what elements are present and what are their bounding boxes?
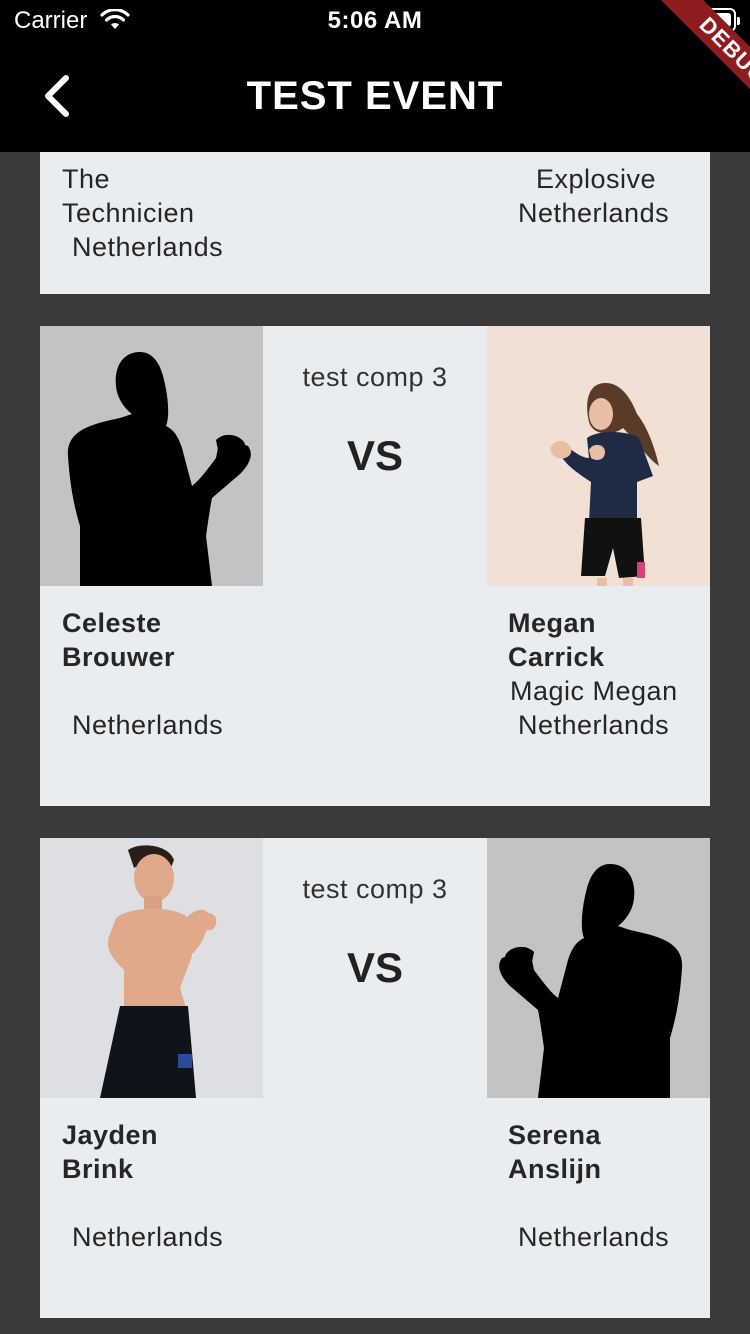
fighter-nickname: Technicien <box>62 198 195 228</box>
fighter-photo <box>487 326 710 586</box>
vs-label: VS <box>346 944 404 991</box>
fight-card[interactable]: test comp 3 VS Celeste Brouwer Netherlan… <box>40 326 710 806</box>
vs-label: VS <box>346 432 404 479</box>
fighter-country: Netherlands <box>518 710 670 740</box>
fighter-nickname: Explosive <box>536 164 657 194</box>
fighter-name: Celeste <box>62 608 162 638</box>
fighter-photo-placeholder <box>487 838 710 1098</box>
fighter-nickname <box>508 1186 669 1220</box>
fighter-name: Brink <box>62 1154 134 1184</box>
fighter-silhouette-icon <box>499 864 683 1098</box>
fighter-photo <box>40 838 263 1098</box>
fighter-left: Celeste Brouwer Netherlands <box>62 606 223 742</box>
fighter-country: Netherlands <box>72 232 224 262</box>
fighter-country: Netherlands <box>518 1222 670 1252</box>
status-bar: Carrier 5:06 AM <box>0 0 750 40</box>
fighter-silhouette-icon <box>67 352 251 586</box>
fighter-nickname <box>62 1186 223 1220</box>
fighter-right: Serena Anslijn Netherlands <box>508 1118 669 1254</box>
fighter-nickname: The <box>62 164 111 194</box>
fighter-nickname: Magic Megan <box>510 676 678 706</box>
fighter-name: Brouwer <box>62 642 176 672</box>
battery-icon <box>690 8 740 32</box>
competition-label: test comp 3 <box>302 362 448 392</box>
fighter-photo-placeholder <box>40 326 263 586</box>
fighter-country: Netherlands <box>72 710 224 740</box>
fighter-name: Serena <box>508 1120 602 1150</box>
fighter-nickname <box>62 674 223 708</box>
fighter-country: Netherlands <box>518 198 670 228</box>
fighter-name: Carrick <box>508 642 605 672</box>
fighter-right: Megan Carrick Magic Megan Netherlands <box>508 606 678 742</box>
fighter-name: Jayden <box>62 1120 159 1150</box>
fighter-name: Megan <box>508 608 597 638</box>
status-time: 5:06 AM <box>327 7 423 34</box>
fighter-left: Jayden Brink Netherlands <box>62 1118 223 1254</box>
competition-label: test comp 3 <box>302 874 448 904</box>
page-title: TEST EVENT <box>246 74 504 118</box>
app-bar: Carrier 5:06 AM TEST EVENT <box>0 0 750 152</box>
fighter-name: Anslijn <box>508 1154 602 1184</box>
fight-card[interactable]: test comp 3 VS Jayden Brink Netherlands … <box>40 838 710 1318</box>
fighter-country: Netherlands <box>72 1222 224 1252</box>
